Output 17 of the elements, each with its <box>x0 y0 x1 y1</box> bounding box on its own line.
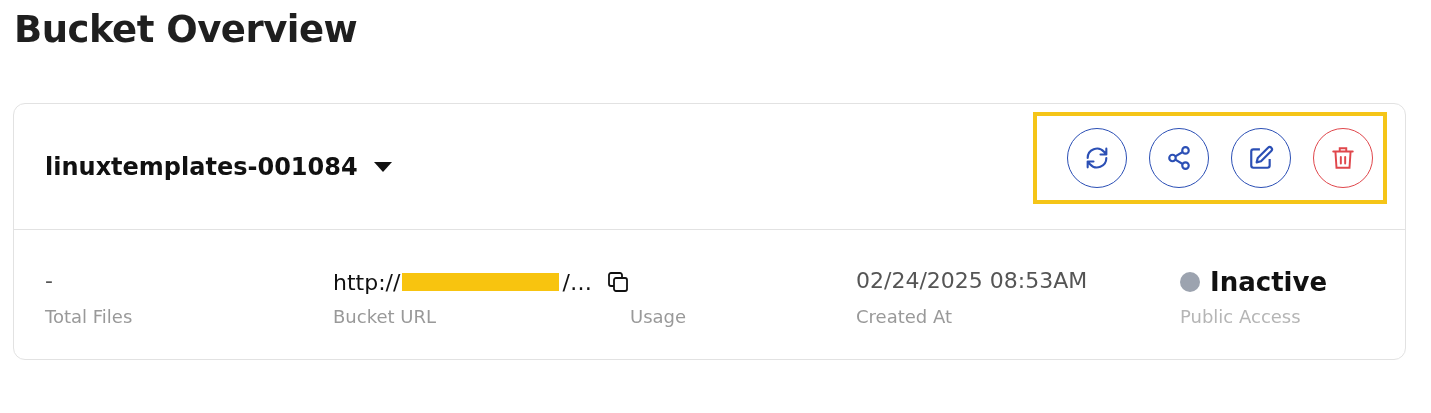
public-access-label: Public Access <box>1180 306 1302 327</box>
total-files-label: Total Files <box>45 306 134 327</box>
page-title: Bucket Overview <box>14 8 359 51</box>
bucket-url-end: /… <box>562 269 592 295</box>
caret-icon <box>373 161 392 172</box>
copy-icon[interactable] <box>606 270 630 294</box>
usage-label: Usage <box>630 306 688 327</box>
bucket-selector[interactable]: linuxtemplates-001084 <box>45 152 392 181</box>
total-files-value: - <box>45 268 54 295</box>
status-text: Inactive <box>1210 267 1328 297</box>
edit-icon <box>1248 144 1274 171</box>
bucket-url-label: Bucket URL <box>333 306 437 327</box>
trash-icon <box>1330 144 1356 171</box>
created-at-value: 02/24/2025 08:53AM <box>856 268 1089 295</box>
share-icon <box>1166 144 1192 171</box>
created-at-label: Created At <box>856 306 953 327</box>
bucket-url-start: http:// <box>333 269 401 295</box>
